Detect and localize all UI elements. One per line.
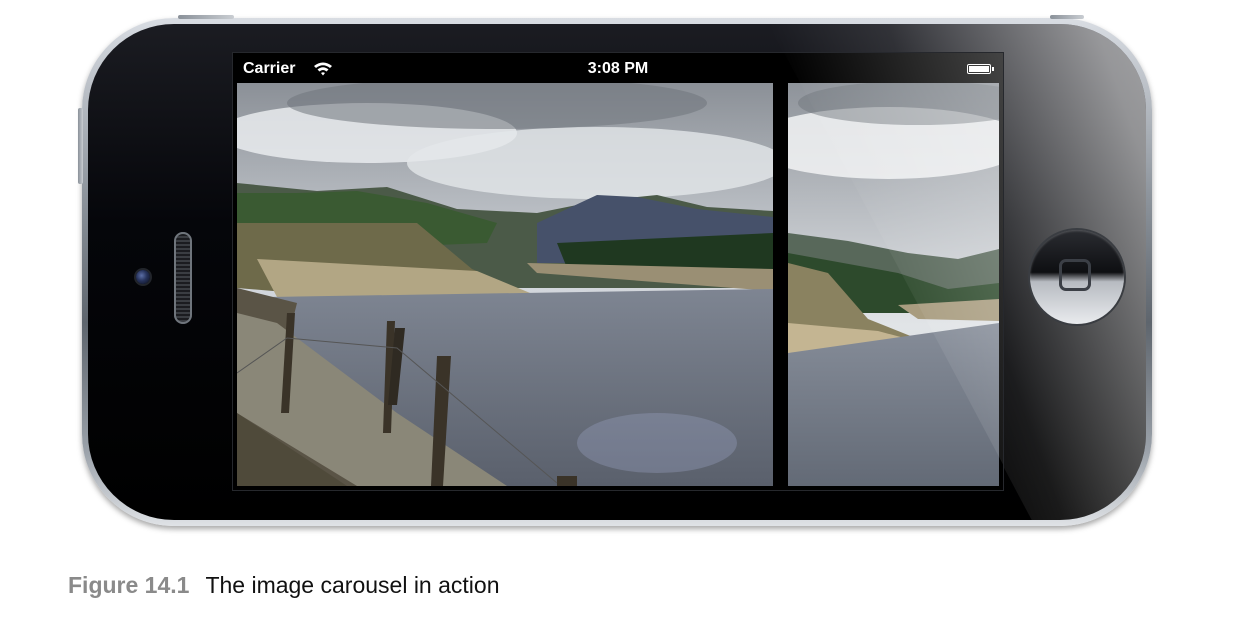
status-time: 3:08 PM [587,60,649,77]
mute-switch[interactable] [1050,15,1084,19]
figure-caption-text: The image carousel in action [205,572,500,598]
status-bar: Carrier 3:08 PM [233,53,1003,83]
home-button[interactable] [1030,230,1124,324]
volume-button[interactable] [78,108,83,184]
image-carousel[interactable] [233,83,1003,490]
earpiece-speaker [174,232,192,324]
loch-reservoir-photo [788,83,999,486]
front-camera [136,270,150,284]
device-screen: Carrier 3:08 PM [233,53,1003,490]
home-button-icon [1059,259,1091,291]
figure-number: Figure 14.1 [68,572,190,598]
figure-caption: Figure 14.1 The image carousel in action [68,572,500,599]
sleep-wake-button[interactable] [178,15,234,19]
battery-icon [967,64,994,74]
carousel-page-current[interactable] [237,83,773,486]
loch-reservoir-photo [237,83,773,486]
carousel-page-next[interactable] [788,83,999,486]
